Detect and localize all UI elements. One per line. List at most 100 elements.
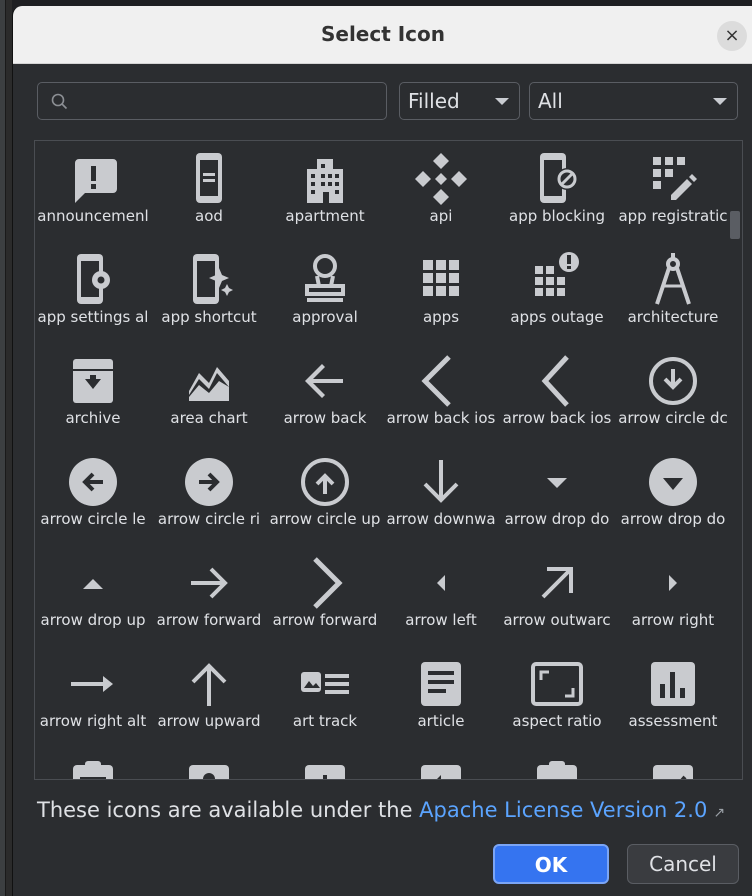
- icon-cell[interactable]: apps outage: [499, 242, 615, 343]
- icon-label: architecture: [627, 308, 719, 326]
- arrow-forward-icon: [191, 567, 228, 599]
- license-text: These icons are available under the: [37, 798, 420, 822]
- scrollbar-thumb[interactable]: [730, 211, 740, 239]
- icon-cell[interactable]: art track: [267, 646, 383, 747]
- icon-label: arrow back ios: [502, 409, 612, 427]
- icon-cell[interactable]: arrow upward: [151, 646, 267, 747]
- icon-label: assessment: [628, 712, 718, 730]
- icon-cell[interactable]: arrow drop do: [615, 444, 731, 545]
- license-note: These icons are available under the Apac…: [37, 798, 725, 822]
- dialog-title: Select Icon: [320, 22, 446, 46]
- assignment-returned-icon: [537, 761, 577, 779]
- icon-cell[interactable]: arrow outwarc: [499, 545, 615, 646]
- apps-icon: [423, 260, 459, 296]
- icon-cell[interactable]: arrow forward: [151, 545, 267, 646]
- icon-cell[interactable]: [615, 747, 731, 779]
- icon-label: arrow left: [405, 611, 477, 629]
- style-select-value: Filled: [408, 89, 460, 113]
- icon-label: arrow outwarc: [503, 611, 611, 629]
- icon-cell[interactable]: arrow back ios: [383, 343, 499, 444]
- icon-cell[interactable]: arrow circle dc: [615, 343, 731, 444]
- search-input[interactable]: [78, 88, 378, 114]
- aspect-ratio-icon: [531, 662, 583, 706]
- apartment-icon: [307, 159, 343, 203]
- style-select[interactable]: Filled: [399, 82, 520, 120]
- arrow-left-icon: [437, 575, 445, 591]
- icon-cell[interactable]: apartment: [267, 141, 383, 242]
- icon-cell[interactable]: article: [383, 646, 499, 747]
- background-window-edge: [0, 0, 12, 896]
- icon-label: area chart: [170, 409, 248, 427]
- icon-label: arrow upward: [157, 712, 261, 730]
- icon-cell[interactable]: app registratic: [615, 141, 731, 242]
- arrow-upward-icon: [191, 663, 227, 706]
- icon-cell[interactable]: arrow back: [267, 343, 383, 444]
- icon-cell[interactable]: arrow right alt: [35, 646, 151, 747]
- icon-label: arrow drop up: [40, 611, 146, 629]
- icon-cell[interactable]: [383, 747, 499, 779]
- announcement-icon: [73, 159, 117, 203]
- icon-label: article: [417, 712, 465, 730]
- ok-button[interactable]: OK: [493, 844, 609, 884]
- icon-cell[interactable]: arrow circle up: [267, 444, 383, 545]
- arrow-circle-right-icon: [185, 458, 233, 506]
- assignment-turned-in-icon: [653, 765, 693, 779]
- icon-label: arrow circle ri: [157, 510, 261, 528]
- icon-label: arrow drop do: [504, 510, 610, 528]
- icon-cell[interactable]: arrow circle ri: [151, 444, 267, 545]
- icon-cell[interactable]: arrow back ios: [499, 343, 615, 444]
- icon-cell[interactable]: assessment: [615, 646, 731, 747]
- icon-label: apps outage: [510, 308, 604, 326]
- arrow-circle-left-icon: [69, 458, 117, 506]
- icon-label: arrow right: [631, 611, 715, 629]
- icon-cell[interactable]: archive: [35, 343, 151, 444]
- icon-cell[interactable]: arrow forward: [267, 545, 383, 646]
- icon-cell[interactable]: arrow left: [383, 545, 499, 646]
- icon-label: arrow forward: [272, 611, 378, 629]
- icon-cell[interactable]: [267, 747, 383, 779]
- arrow-drop-down-icon: [547, 478, 567, 488]
- arrow-right-icon: [669, 575, 677, 591]
- icon-cell[interactable]: architecture: [615, 242, 731, 343]
- icon-label: app registratic: [618, 207, 728, 225]
- assessment-icon: [651, 662, 695, 706]
- icon-cell[interactable]: aspect ratio: [499, 646, 615, 747]
- icon-cell[interactable]: arrow right: [615, 545, 731, 646]
- icon-grid-panel[interactable]: announcemenl aod apartment api app blocking a…: [34, 140, 743, 780]
- icon-cell[interactable]: announcemenl: [35, 141, 151, 242]
- icon-cell[interactable]: arrow circle le: [35, 444, 151, 545]
- cancel-button[interactable]: Cancel: [627, 844, 739, 884]
- category-select[interactable]: All: [529, 82, 738, 120]
- icon-cell[interactable]: apps: [383, 242, 499, 343]
- search-box[interactable]: [37, 82, 387, 120]
- icon-cell[interactable]: [35, 747, 151, 779]
- icon-label: app blocking: [509, 207, 605, 225]
- icon-cell[interactable]: app settings al: [35, 242, 151, 343]
- icon-label: announcemenl: [37, 207, 149, 225]
- icon-cell[interactable]: api: [383, 141, 499, 242]
- icon-cell[interactable]: aod: [151, 141, 267, 242]
- arrow-drop-up-icon: [83, 579, 103, 589]
- icon-label: arrow circle dc: [618, 409, 728, 427]
- icon-cell[interactable]: approval: [267, 242, 383, 343]
- icon-label: aspect ratio: [512, 712, 602, 730]
- icon-label: archive: [65, 409, 121, 427]
- assignment-ind-icon: [189, 765, 229, 779]
- close-button[interactable]: ×: [717, 21, 747, 51]
- art-track-icon: [301, 672, 349, 694]
- app-blocking-icon: [540, 153, 578, 203]
- icon-label: arrow circle le: [40, 510, 146, 528]
- icon-cell[interactable]: arrow drop do: [499, 444, 615, 545]
- arrow-right-alt-icon: [71, 676, 113, 692]
- icon-label: art track: [292, 712, 358, 730]
- icon-cell[interactable]: [151, 747, 267, 779]
- icon-cell[interactable]: arrow downwa: [383, 444, 499, 545]
- icon-cell[interactable]: app blocking: [499, 141, 615, 242]
- icon-cell[interactable]: arrow drop up: [35, 545, 151, 646]
- icon-label: app shortcut: [161, 308, 257, 326]
- icon-cell[interactable]: app shortcut: [151, 242, 267, 343]
- icon-cell[interactable]: [499, 747, 615, 779]
- icon-label: api: [429, 207, 453, 225]
- license-link[interactable]: Apache License Version 2.0: [419, 798, 707, 822]
- icon-cell[interactable]: area chart: [151, 343, 267, 444]
